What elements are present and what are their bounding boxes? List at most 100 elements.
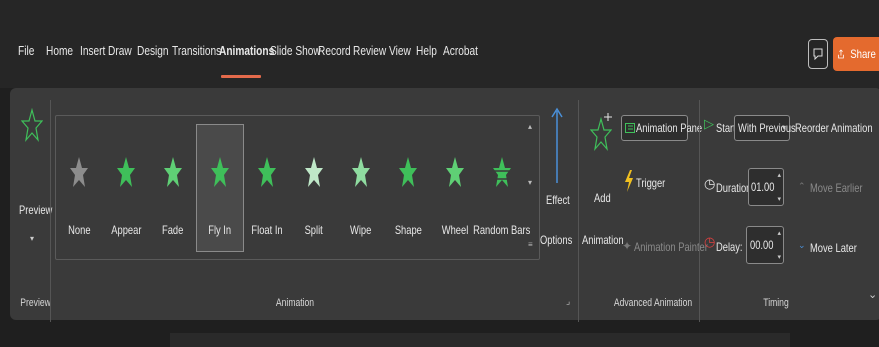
delay-label: Delay: bbox=[716, 240, 743, 254]
tab-draw[interactable]: Draw bbox=[108, 43, 132, 58]
comment-icon bbox=[813, 48, 823, 60]
tab-record[interactable]: Record bbox=[318, 43, 351, 58]
tab-insert[interactable]: Insert bbox=[80, 43, 105, 58]
gallery-more-icon[interactable]: ≡ bbox=[528, 240, 533, 249]
tab-acrobat[interactable]: Acrobat bbox=[443, 43, 478, 58]
star-green-icon bbox=[446, 157, 464, 187]
ribbon-tab-bar: File Home Insert Draw Design Transitions… bbox=[0, 0, 879, 88]
group-label-preview: Preview bbox=[20, 297, 51, 309]
comments-button[interactable] bbox=[808, 39, 828, 69]
move-later-button[interactable]: ⌄ Move Later bbox=[798, 240, 858, 260]
play-icon: ▷ bbox=[704, 116, 714, 131]
star-green-icon bbox=[493, 157, 511, 187]
tab-view[interactable]: View bbox=[389, 43, 411, 58]
trigger-label: Trigger bbox=[636, 176, 666, 190]
animation-shape[interactable]: Shape bbox=[385, 125, 431, 251]
animation-pane-button[interactable]: Animation Pane bbox=[621, 115, 702, 141]
add-animation-label-1: Add bbox=[594, 191, 611, 205]
slide-area-edge bbox=[170, 333, 790, 347]
star-green-icon bbox=[305, 157, 323, 187]
clock-icon: ◷ bbox=[704, 176, 716, 191]
chevron-down-icon: ▾ bbox=[30, 234, 35, 243]
share-button[interactable]: Share ▾ bbox=[833, 37, 879, 71]
star-green-icon bbox=[164, 157, 182, 187]
star-outline-icon bbox=[21, 108, 43, 143]
arrow-down-icon: ⌄ bbox=[798, 240, 806, 250]
tab-file[interactable]: File bbox=[18, 43, 34, 58]
animation-painter-label: Animation Painter bbox=[634, 240, 708, 254]
animation-label: Wipe bbox=[350, 223, 372, 237]
effect-options-label-1: Effect bbox=[546, 193, 570, 207]
group-label-advanced-animation: Advanced Animation bbox=[613, 297, 693, 309]
pane-icon bbox=[625, 123, 635, 133]
animation-label: Wheel bbox=[441, 223, 469, 237]
animation-label: Split bbox=[304, 223, 324, 237]
animation-float-in[interactable]: Float In bbox=[244, 125, 290, 251]
animation-label: Random Bars bbox=[473, 223, 531, 237]
divider bbox=[578, 100, 579, 322]
animation-fade[interactable]: Fade bbox=[150, 125, 196, 251]
tab-review[interactable]: Review bbox=[353, 43, 386, 58]
divider bbox=[50, 100, 51, 322]
preview-button[interactable]: Preview ▾ bbox=[15, 108, 53, 258]
collapse-ribbon-icon[interactable]: ⌄ bbox=[868, 288, 877, 301]
chevron-down-icon: ▾ bbox=[781, 123, 786, 132]
star-green-icon bbox=[399, 157, 417, 187]
star-green-icon bbox=[258, 157, 276, 187]
star-grey-icon bbox=[70, 157, 88, 187]
share-icon bbox=[838, 49, 844, 59]
share-label: Share bbox=[850, 47, 876, 61]
tab-transitions[interactable]: Transitions bbox=[172, 43, 221, 58]
delay-clock-icon: ◷ bbox=[704, 234, 716, 249]
spin-down-icon[interactable]: ▾ bbox=[777, 253, 781, 261]
duration-input[interactable]: 01.00 ▴ ▾ bbox=[748, 168, 784, 206]
tab-home[interactable]: Home bbox=[46, 43, 73, 58]
start-value: With Previous bbox=[738, 121, 796, 135]
animation-wheel[interactable]: Wheel bbox=[432, 125, 478, 251]
effect-options-label-2: Options bbox=[540, 233, 573, 247]
spin-up-icon[interactable]: ▴ bbox=[777, 229, 781, 237]
spin-up-icon[interactable]: ▴ bbox=[777, 171, 781, 179]
delay-input[interactable]: 00.00 ▴ ▾ bbox=[746, 226, 784, 264]
animation-fly-in[interactable]: Fly In bbox=[196, 124, 244, 252]
tab-slide-show[interactable]: Slide Show bbox=[270, 43, 321, 58]
animation-none[interactable]: None bbox=[56, 125, 102, 251]
tab-help[interactable]: Help bbox=[416, 43, 437, 58]
add-star-icon bbox=[590, 113, 612, 152]
group-label-timing: Timing bbox=[763, 297, 789, 309]
scroll-down-icon[interactable]: ▾ bbox=[528, 178, 532, 187]
animation-appear[interactable]: Appear bbox=[103, 125, 149, 251]
star-green-icon bbox=[211, 157, 229, 187]
gallery-scroll[interactable]: ▴ ▾ ≡ bbox=[528, 122, 536, 257]
reorder-animation-label: Reorder Animation bbox=[795, 121, 873, 135]
animation-label: Float In bbox=[251, 223, 283, 237]
effect-options-button[interactable]: Effect Options bbox=[540, 105, 574, 265]
scroll-up-icon[interactable]: ▴ bbox=[528, 122, 532, 131]
move-earlier-label: Move Earlier bbox=[810, 181, 863, 195]
animation-label: Shape bbox=[394, 223, 422, 237]
animation-wipe[interactable]: Wipe bbox=[338, 125, 384, 251]
spin-down-icon[interactable]: ▾ bbox=[777, 195, 781, 203]
add-animation-button[interactable]: Add Animation bbox=[582, 105, 624, 265]
group-label-animation: Animation bbox=[275, 297, 315, 309]
preview-label: Preview bbox=[19, 203, 53, 217]
trigger-button[interactable]: Trigger bbox=[624, 168, 684, 198]
animation-split[interactable]: Split bbox=[291, 125, 337, 251]
painter-icon: ✦ bbox=[622, 239, 633, 253]
lightning-icon bbox=[625, 170, 633, 192]
delay-value: 00.00 bbox=[750, 238, 774, 252]
animation-label: Fade bbox=[162, 223, 184, 237]
add-animation-label-2: Animation bbox=[582, 233, 624, 247]
arrow-up-icon bbox=[551, 107, 563, 183]
divider bbox=[699, 100, 700, 322]
active-tab-indicator bbox=[221, 75, 261, 78]
start-dropdown[interactable]: With Previous ▾ bbox=[734, 115, 796, 141]
animation-label: Fly In bbox=[208, 223, 232, 237]
animation-random-bars[interactable]: Random Bars bbox=[473, 125, 531, 251]
tab-animations[interactable]: Animations bbox=[219, 43, 274, 58]
animation-label: Appear bbox=[110, 223, 142, 237]
animation-painter-button: ✦ Animation Painter bbox=[622, 235, 708, 259]
move-earlier-button: ⌃ Move Earlier bbox=[798, 180, 863, 200]
tab-design[interactable]: Design bbox=[137, 43, 169, 58]
dialog-launcher-icon[interactable]: ⌟ bbox=[566, 296, 570, 307]
